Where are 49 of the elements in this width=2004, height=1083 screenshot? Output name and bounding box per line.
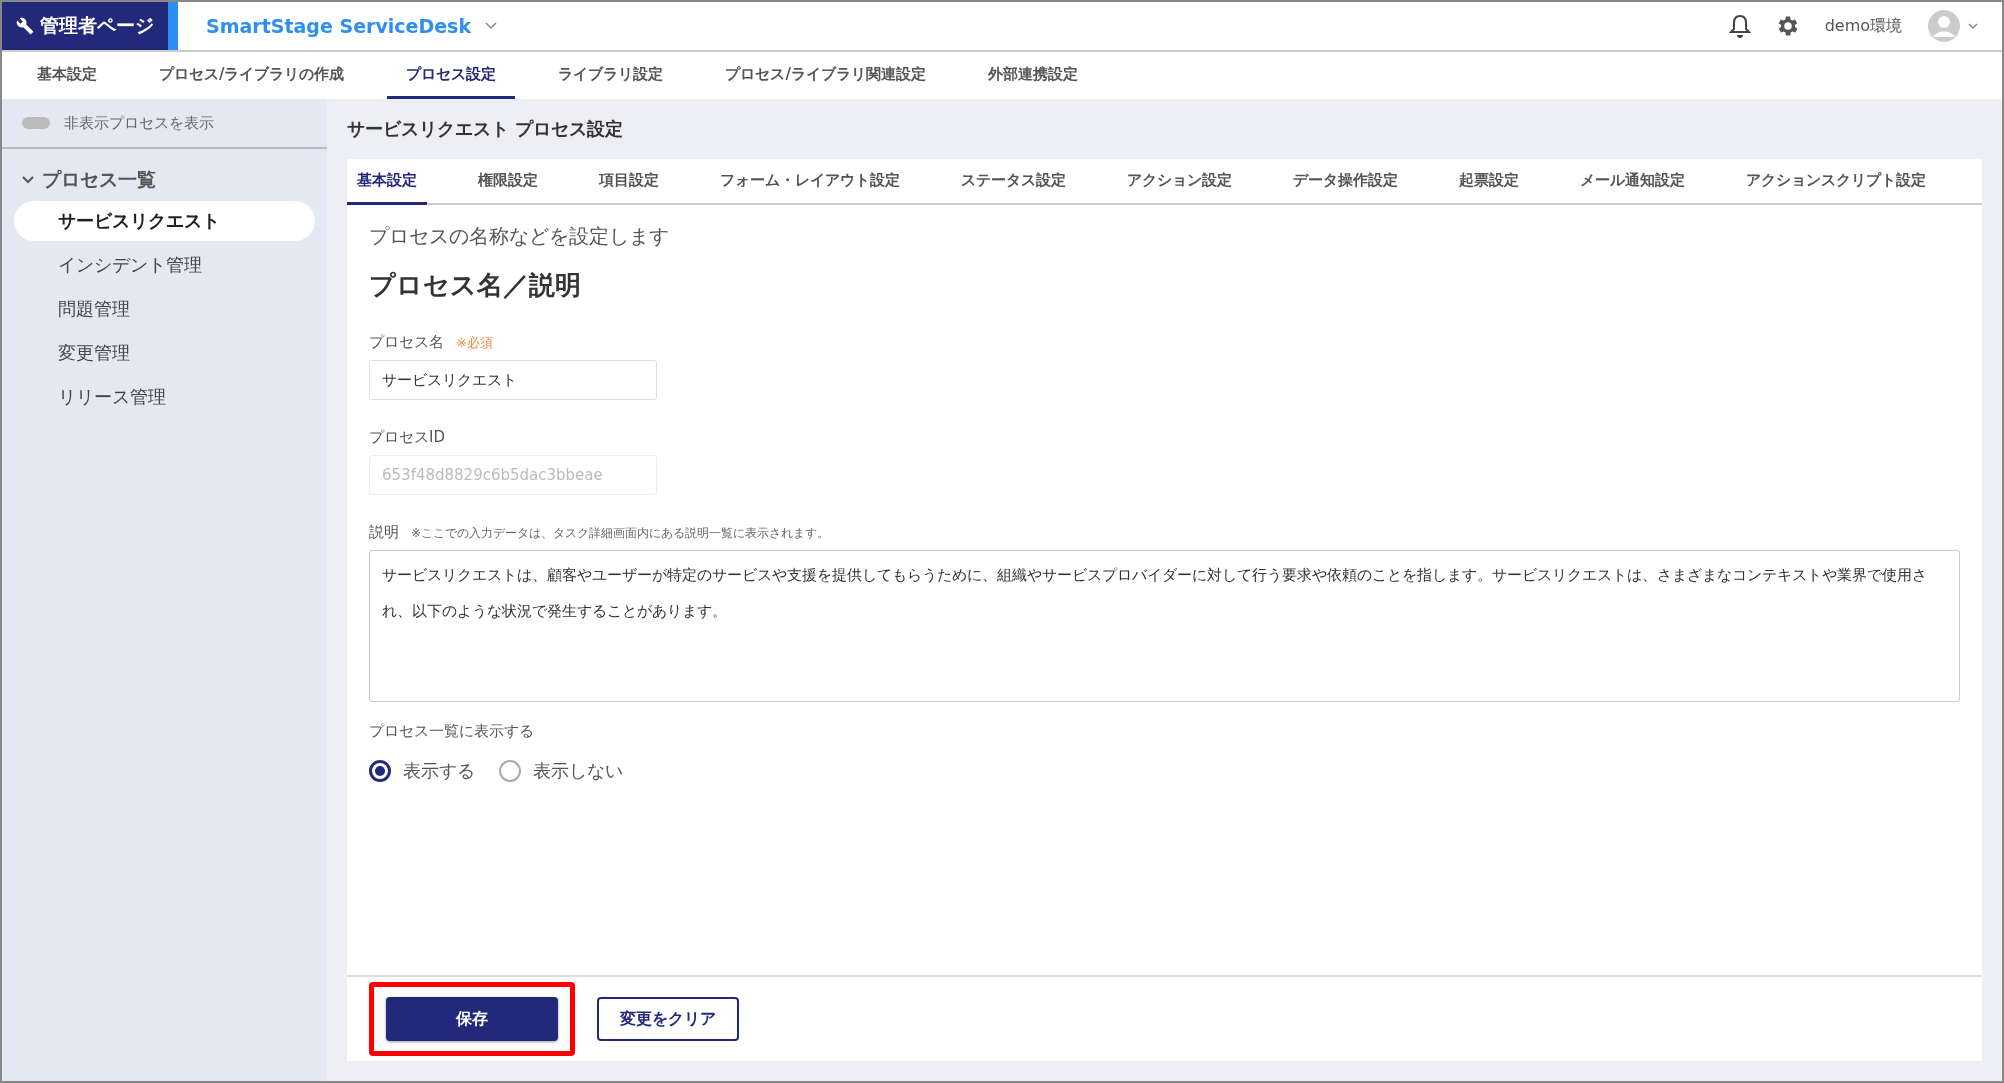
field-label: 説明 (369, 523, 399, 542)
settings-tab[interactable]: ステータス設定 (951, 159, 1076, 205)
field-label: プロセス名 (369, 333, 444, 352)
settings-tab[interactable]: アクションスクリプト設定 (1736, 159, 1936, 205)
radio-option[interactable]: 表示する (369, 759, 475, 783)
settings-tab[interactable]: 権限設定 (468, 159, 548, 205)
sidebar-item[interactable]: サービスリクエスト (14, 201, 315, 241)
settings-tab[interactable]: 基本設定 (347, 159, 427, 205)
nav-tab[interactable]: ライブラリ設定 (539, 52, 683, 99)
bell-icon[interactable] (1728, 14, 1751, 38)
field-label: プロセスID (369, 428, 445, 447)
radio-icon[interactable] (369, 760, 391, 782)
process-name-field[interactable]: サービスリクエスト (369, 360, 657, 400)
sidebar-item[interactable]: インシデント管理 (14, 245, 315, 285)
toggle-label: 非表示プロセスを表示 (64, 113, 214, 133)
nav-tab[interactable]: プロセス/ライブラリの作成 (140, 52, 364, 99)
nav-tab[interactable]: プロセス/ライブラリ関連設定 (706, 52, 945, 99)
sidebar-item[interactable]: リリース管理 (14, 377, 315, 417)
field-label: プロセス一覧に表示する (369, 722, 534, 741)
clear-button[interactable]: 変更をクリア (597, 997, 739, 1041)
wrench-icon (16, 17, 34, 35)
required-note: ※必須 (456, 334, 493, 352)
sidebar-item[interactable]: 問題管理 (14, 289, 315, 329)
settings-tab[interactable]: 項目設定 (589, 159, 669, 205)
settings-tab[interactable]: 起票設定 (1449, 159, 1529, 205)
settings-tab[interactable]: フォーム・レイアウト設定 (710, 159, 910, 205)
intro-text: プロセスの名称などを設定します (369, 223, 670, 250)
avatar-icon (1928, 10, 1960, 42)
toggle-switch[interactable] (22, 117, 50, 129)
nav-tab[interactable]: 外部連携設定 (968, 52, 1097, 99)
section-title: プロセス名／説明 (369, 269, 582, 302)
field-note: ※ここでの入力データは、タスク詳細画面内にある説明一覧に表示されます。 (411, 525, 830, 542)
radio-option[interactable]: 表示しない (499, 759, 623, 783)
chevron-icon (22, 176, 34, 184)
description-field[interactable]: サービスリクエストは、顧客やユーザーが特定のサービスや支援を提供してもらうために、組織やサービスプロバイダーに対して行う要求や依頼のことを指します。サービスリクエストは、さまざまなコンテキストや業界で使用され、以下のような状況で発生することがあります。 (369, 550, 1960, 702)
caret-icon (485, 22, 498, 30)
settings-tab[interactable]: アクション設定 (1117, 159, 1242, 205)
caret-icon (1968, 22, 1978, 30)
process-list-group[interactable]: プロセス一覧 (2, 149, 156, 201)
admin-badge: 管理者ページ (2, 2, 178, 50)
page-title: サービスリクエスト プロセス設定 (347, 117, 625, 141)
sidebar-item[interactable]: 変更管理 (14, 333, 315, 373)
nav-tab[interactable]: 基本設定 (18, 52, 116, 99)
settings-tab[interactable]: メール通知設定 (1570, 159, 1695, 205)
environment-label: demo環境 (1824, 15, 1902, 37)
save-button[interactable]: 保存 (386, 997, 558, 1041)
radio-icon[interactable] (499, 760, 521, 782)
nav-tab[interactable]: プロセス設定 (387, 52, 516, 99)
settings-tab[interactable]: データ操作設定 (1283, 159, 1408, 205)
